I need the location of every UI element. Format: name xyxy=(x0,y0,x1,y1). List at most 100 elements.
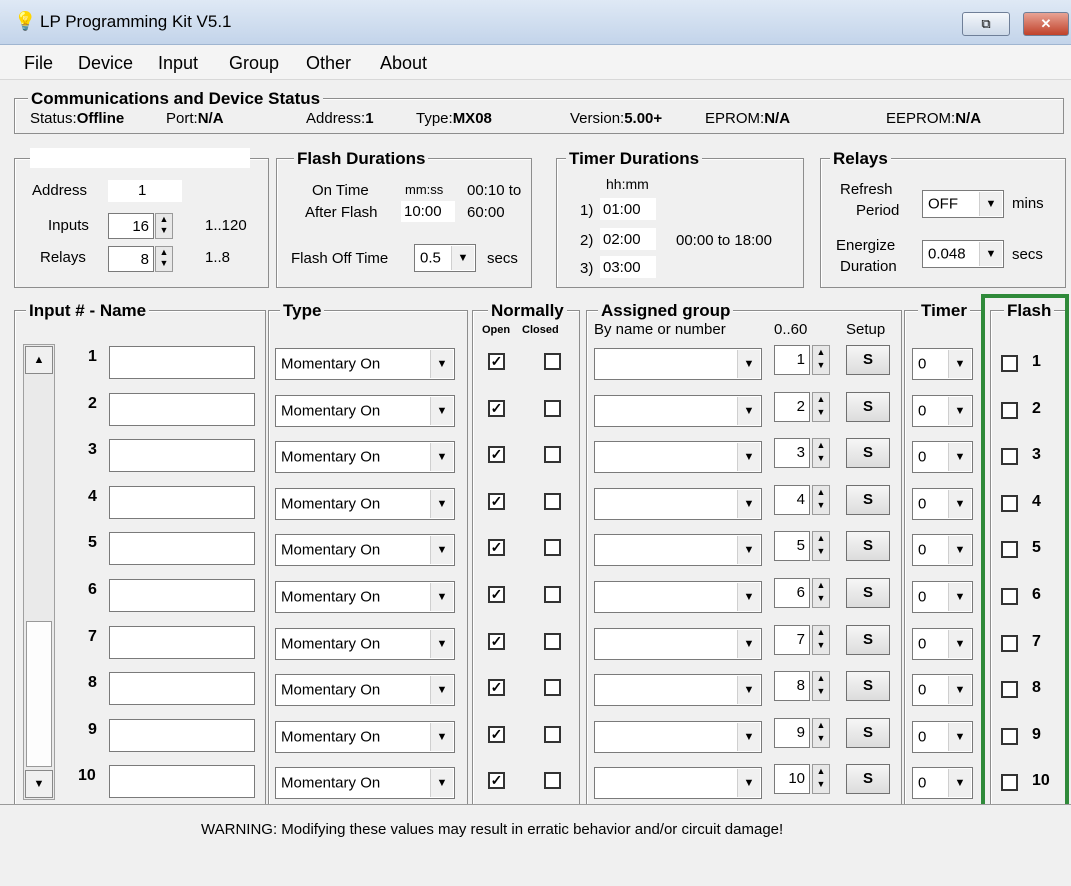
input-name-field[interactable] xyxy=(109,392,255,426)
timer-select[interactable]: 0 ▼ xyxy=(912,487,973,520)
menu-group[interactable]: Group xyxy=(229,53,279,74)
restore-button[interactable]: ⧉ xyxy=(962,12,1010,36)
timer-select[interactable]: 0 ▼ xyxy=(912,767,973,800)
setup-button[interactable]: S xyxy=(846,624,890,655)
group-number-spinner[interactable]: ▲ ▼ xyxy=(812,391,830,422)
group-number-spinner[interactable]: ▲ ▼ xyxy=(812,578,830,608)
normally-closed-checkbox[interactable] xyxy=(544,679,561,697)
input-name-field[interactable] xyxy=(109,485,255,519)
timer-select[interactable]: 0 ▼ xyxy=(912,581,973,613)
timer-select[interactable]: 0 ▼ xyxy=(912,348,973,380)
group-number-field[interactable]: 4 xyxy=(774,484,810,515)
input-name-field[interactable] xyxy=(109,625,255,659)
type-select[interactable]: Momentary On ▼ xyxy=(275,627,455,660)
setup-button[interactable]: S xyxy=(846,717,890,748)
group-number-spinner[interactable]: ▲ ▼ xyxy=(812,484,830,515)
group-number-field[interactable]: 8 xyxy=(774,671,810,702)
address-field[interactable]: 1 xyxy=(108,180,182,202)
setup-button[interactable]: S xyxy=(846,764,890,795)
normally-open-checkbox[interactable]: ✓ xyxy=(488,725,505,743)
normally-closed-checkbox[interactable] xyxy=(544,586,561,603)
normally-closed-checkbox[interactable] xyxy=(544,353,561,370)
setup-button[interactable]: S xyxy=(846,531,890,562)
timer-select[interactable]: 0 ▼ xyxy=(912,441,973,474)
timer-2-field[interactable]: 02:00 xyxy=(600,228,656,250)
close-button[interactable]: ✕ xyxy=(1023,12,1069,36)
scroll-down-button[interactable]: ▼ xyxy=(25,770,53,798)
timer-1-field[interactable]: 01:00 xyxy=(600,198,656,220)
after-flash-field[interactable]: 10:00 xyxy=(401,201,455,222)
group-name-select[interactable]: ▼ xyxy=(594,674,762,707)
group-number-field[interactable]: 3 xyxy=(774,438,810,469)
group-name-select[interactable]: ▼ xyxy=(594,767,762,800)
normally-closed-checkbox[interactable] xyxy=(544,446,561,464)
scroll-up-button[interactable]: ▲ xyxy=(25,346,53,374)
type-select[interactable]: Momentary On ▼ xyxy=(275,767,455,800)
normally-closed-checkbox[interactable] xyxy=(544,492,561,510)
normally-closed-checkbox[interactable] xyxy=(544,725,561,743)
group-name-select[interactable]: ▼ xyxy=(594,394,762,427)
group-number-field[interactable]: 2 xyxy=(774,391,810,422)
timer-select[interactable]: 0 ▼ xyxy=(912,627,973,660)
relays-field[interactable]: 8 xyxy=(108,246,154,272)
type-select[interactable]: Momentary On ▼ xyxy=(275,441,455,474)
group-number-spinner[interactable]: ▲ ▼ xyxy=(812,764,830,795)
group-name-select[interactable]: ▼ xyxy=(594,581,762,613)
flash-off-select[interactable]: 0.5 ▼ xyxy=(414,244,476,272)
group-name-select[interactable]: ▼ xyxy=(594,534,762,567)
group-number-field[interactable]: 5 xyxy=(774,531,810,562)
normally-open-checkbox[interactable]: ✓ xyxy=(488,446,505,464)
normally-open-checkbox[interactable]: ✓ xyxy=(488,399,505,417)
normally-closed-checkbox[interactable] xyxy=(544,632,561,650)
inputs-spinner[interactable]: ▲ ▼ xyxy=(155,213,173,239)
input-name-field[interactable] xyxy=(109,672,255,706)
menu-about[interactable]: About xyxy=(380,53,427,74)
setup-button[interactable]: S xyxy=(846,345,890,375)
group-name-select[interactable]: ▼ xyxy=(594,348,762,380)
group-number-spinner[interactable]: ▲ ▼ xyxy=(812,671,830,702)
menu-other[interactable]: Other xyxy=(306,53,351,74)
normally-open-checkbox[interactable]: ✓ xyxy=(488,539,505,557)
rows-scrollbar[interactable]: ▲ ▼ xyxy=(23,344,55,800)
input-name-field[interactable] xyxy=(109,718,255,752)
refresh-period-select[interactable]: OFF ▼ xyxy=(922,190,1004,218)
group-name-select[interactable]: ▼ xyxy=(594,441,762,474)
normally-open-checkbox[interactable]: ✓ xyxy=(488,772,505,790)
device-name-field[interactable] xyxy=(30,148,250,168)
group-name-select[interactable]: ▼ xyxy=(594,627,762,660)
setup-button[interactable]: S xyxy=(846,391,890,422)
timer-select[interactable]: 0 ▼ xyxy=(912,720,973,753)
scroll-thumb[interactable] xyxy=(26,621,52,767)
setup-button[interactable]: S xyxy=(846,484,890,515)
type-select[interactable]: Momentary On ▼ xyxy=(275,394,455,427)
group-number-spinner[interactable]: ▲ ▼ xyxy=(812,717,830,748)
type-select[interactable]: Momentary On ▼ xyxy=(275,348,455,380)
normally-closed-checkbox[interactable] xyxy=(544,399,561,417)
input-name-field[interactable] xyxy=(109,765,255,799)
group-number-field[interactable]: 1 xyxy=(774,345,810,375)
type-select[interactable]: Momentary On ▼ xyxy=(275,581,455,613)
input-name-field[interactable] xyxy=(109,439,255,473)
group-name-select[interactable]: ▼ xyxy=(594,720,762,753)
timer-select[interactable]: 0 ▼ xyxy=(912,674,973,707)
energize-duration-select[interactable]: 0.048 ▼ xyxy=(922,240,1004,268)
normally-open-checkbox[interactable]: ✓ xyxy=(488,353,505,370)
group-number-spinner[interactable]: ▲ ▼ xyxy=(812,345,830,375)
group-number-field[interactable]: 6 xyxy=(774,578,810,608)
setup-button[interactable]: S xyxy=(846,578,890,608)
menu-input[interactable]: Input xyxy=(158,53,198,74)
menu-file[interactable]: File xyxy=(24,53,53,74)
menu-device[interactable]: Device xyxy=(78,53,133,74)
group-number-spinner[interactable]: ▲ ▼ xyxy=(812,438,830,469)
timer-select[interactable]: 0 ▼ xyxy=(912,394,973,427)
group-number-field[interactable]: 9 xyxy=(774,717,810,748)
group-number-field[interactable]: 7 xyxy=(774,624,810,655)
type-select[interactable]: Momentary On ▼ xyxy=(275,674,455,707)
input-name-field[interactable] xyxy=(109,532,255,566)
input-name-field[interactable] xyxy=(109,346,255,379)
type-select[interactable]: Momentary On ▼ xyxy=(275,487,455,520)
group-number-field[interactable]: 10 xyxy=(774,764,810,795)
type-select[interactable]: Momentary On ▼ xyxy=(275,720,455,753)
normally-open-checkbox[interactable]: ✓ xyxy=(488,632,505,650)
group-number-spinner[interactable]: ▲ ▼ xyxy=(812,531,830,562)
